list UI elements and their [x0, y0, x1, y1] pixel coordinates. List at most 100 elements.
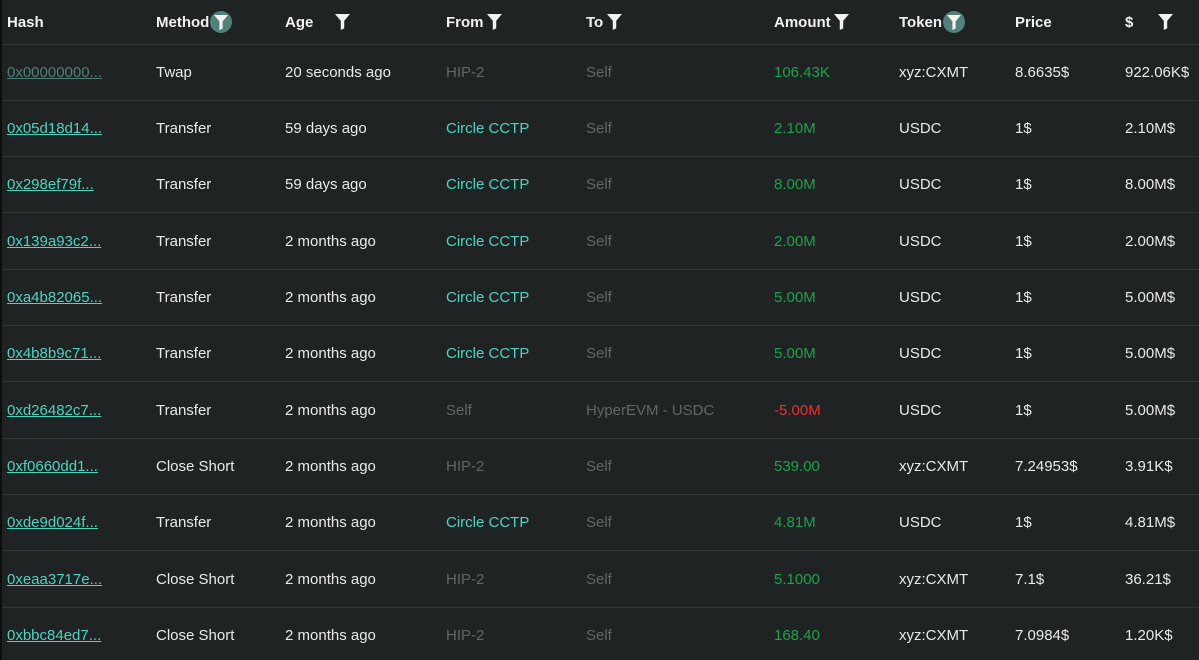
hash-cell: 0x139a93c2...: [7, 214, 101, 269]
column-header-from-label: From: [446, 13, 484, 31]
age-cell: 2 months ago: [285, 326, 376, 381]
amount-cell: 5.00M: [774, 270, 816, 325]
method-cell: Close Short: [156, 458, 235, 475]
hash-cell: 0x00000000...: [7, 45, 102, 100]
hash-link[interactable]: 0xbbc84ed7...: [7, 627, 101, 644]
table-row: 0xde9d024f... Transfer 2 months ago Circle …: [2, 495, 1199, 551]
method-cell: Transfer: [156, 233, 212, 250]
filter-icon[interactable]: [834, 13, 850, 31]
token-cell: xyz:CXMT: [899, 552, 968, 607]
from-cell: Circle CCTP: [446, 514, 530, 531]
table-row: 0xeaa3717e... Close Short 2 months ago HIP-…: [2, 552, 1199, 608]
from-cell: Circle CCTP: [446, 120, 530, 137]
transactions-table: Hash Method Age From To Amount Token Pri…: [2, 0, 1199, 660]
hash-link[interactable]: 0x00000000...: [7, 64, 102, 81]
method-cell: Close Short: [156, 627, 235, 644]
hash-link[interactable]: 0xde9d024f...: [7, 514, 98, 531]
usd-value-cell: 5.00M$: [1125, 402, 1176, 419]
column-header-age: Age: [285, 0, 350, 44]
amount-cell: 2.10M: [774, 101, 816, 156]
filter-active-icon[interactable]: [943, 11, 966, 33]
age-cell: 2 months ago: [285, 627, 376, 644]
usd-value-cell: 8.00M$: [1125, 157, 1175, 212]
hash-cell: 0x05d18d14...: [7, 101, 102, 156]
from-cell: Self: [446, 402, 472, 419]
price-cell: 1$: [1015, 214, 1032, 269]
hash-link[interactable]: 0x139a93c2...: [7, 233, 101, 250]
amount-cell: 8.00M: [774, 157, 816, 212]
to-cell: Self: [586, 233, 612, 250]
hash-link[interactable]: 0xd26482c7...: [7, 402, 101, 419]
token-cell: USDC: [899, 495, 942, 550]
age-cell: 2 months ago: [285, 608, 376, 660]
to-cell: Self: [586, 64, 612, 81]
to-cell: Self: [586, 176, 612, 193]
usd-value-cell: 2.10M$: [1125, 120, 1176, 137]
amount-cell: 2.10M: [774, 120, 816, 137]
method-cell: Close Short: [156, 439, 234, 494]
hash-link[interactable]: 0xf0660dd1...: [7, 458, 98, 475]
price-cell: 7.0984$: [1015, 627, 1070, 644]
amount-cell: 8.00M: [774, 176, 816, 193]
token-cell: USDC: [899, 326, 942, 381]
from-cell: HIP-2: [446, 45, 484, 100]
amount-cell: 5.00M: [774, 326, 816, 381]
to-cell: Self: [586, 627, 612, 644]
to-cell: Self: [586, 214, 612, 269]
hash-cell: 0xd26482c7...: [7, 383, 101, 438]
filter-active-icon[interactable]: [210, 11, 233, 33]
usd-value-cell: 3.91K$: [1125, 458, 1173, 475]
filter-icon[interactable]: [606, 13, 622, 31]
hash-link[interactable]: 0xeaa3717e...: [7, 571, 102, 588]
table-header: Hash Method Age From To Amount Token Pri…: [2, 0, 1199, 45]
amount-cell: 168.40: [774, 627, 820, 644]
table-row: 0xf0660dd1... Close Short 2 months ago HIP-…: [2, 439, 1199, 495]
hash-link[interactable]: 0xa4b82065...: [7, 289, 102, 306]
token-cell: USDC: [899, 214, 942, 269]
price-cell: 7.1$: [1015, 571, 1045, 588]
token-cell: USDC: [899, 233, 942, 250]
token-cell: xyz:CXMT: [899, 45, 968, 100]
price-cell: 7.0984$: [1015, 608, 1069, 660]
filter-icon[interactable]: [1157, 13, 1173, 31]
amount-cell: 106.43K: [774, 45, 830, 100]
from-cell: Circle CCTP: [446, 345, 530, 362]
usd-value-cell: 4.81M$: [1125, 514, 1176, 531]
column-header-amount: Amount: [774, 0, 850, 44]
price-cell: 1$: [1015, 345, 1032, 362]
column-header-from: From: [446, 0, 503, 44]
from-cell: HIP-2: [446, 571, 485, 588]
to-cell: Self: [586, 552, 612, 607]
from-cell: HIP-2: [446, 64, 485, 81]
from-cell: Circle CCTP: [446, 233, 530, 250]
filter-icon[interactable]: [487, 13, 503, 31]
method-cell: Transfer: [156, 176, 212, 193]
age-cell: 2 months ago: [285, 402, 376, 419]
to-cell: Self: [586, 514, 612, 531]
hash-link[interactable]: 0x4b8b9c71...: [7, 345, 101, 362]
from-cell: Circle CCTP: [446, 326, 529, 381]
from-cell: HIP-2: [446, 608, 484, 660]
hash-cell: 0xeaa3717e...: [7, 552, 102, 607]
from-cell: Circle CCTP: [446, 270, 529, 325]
price-cell: 1$: [1015, 120, 1032, 137]
to-cell: Self: [586, 345, 612, 362]
column-header-hash: Hash: [7, 0, 44, 44]
age-cell: 2 months ago: [285, 571, 376, 588]
filter-icon[interactable]: [334, 13, 350, 31]
token-cell: USDC: [899, 345, 942, 362]
hash-link[interactable]: 0x298ef79f...: [7, 176, 94, 193]
usd-value-cell: 1.20K$: [1125, 608, 1173, 660]
method-cell: Transfer: [156, 326, 211, 381]
table-row: 0xd26482c7... Transfer 2 months ago Self Hyp…: [2, 383, 1199, 439]
hash-link[interactable]: 0x05d18d14...: [7, 120, 102, 137]
price-cell: 1$: [1015, 326, 1032, 381]
method-cell: Transfer: [156, 514, 212, 531]
amount-cell: -5.00M: [774, 402, 821, 419]
column-header-amount-label: Amount: [774, 13, 831, 31]
column-header-to: To: [586, 0, 622, 44]
usd-value-cell: 2.00M$: [1125, 233, 1176, 250]
price-cell: 1$: [1015, 157, 1032, 212]
to-cell: Self: [586, 608, 612, 660]
amount-cell: 168.40: [774, 608, 820, 660]
